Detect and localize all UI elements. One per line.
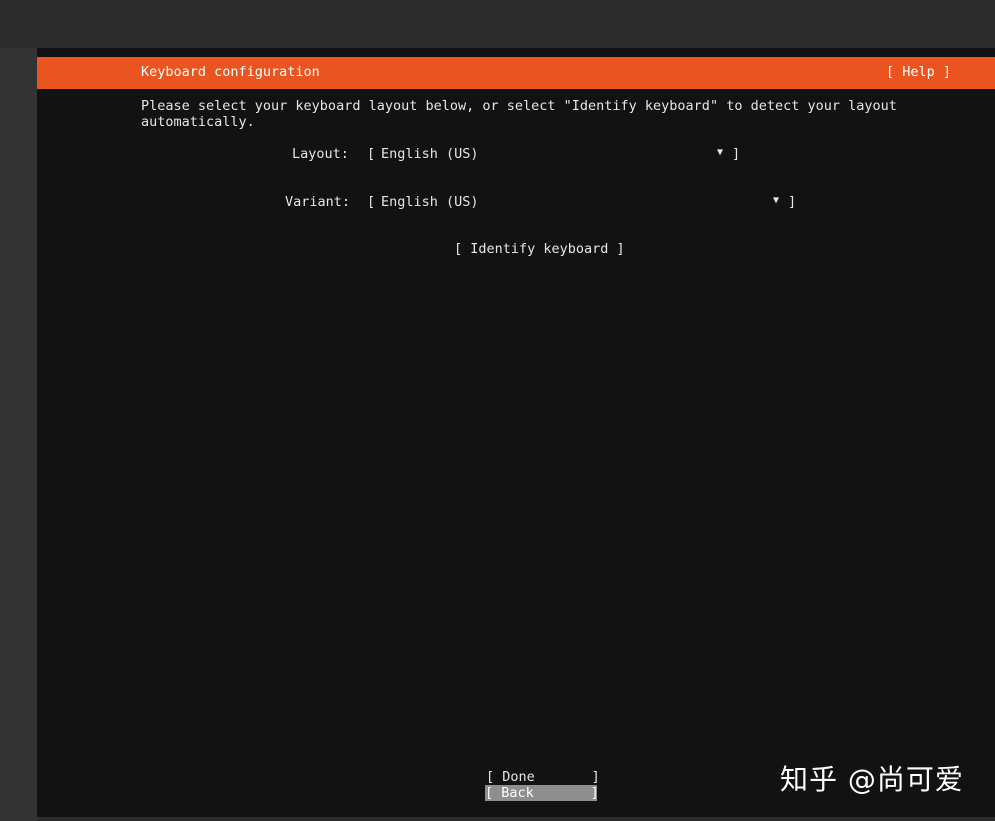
variant-select[interactable]: [ English (US) ▼ ]	[367, 194, 797, 212]
layout-label: Layout:	[292, 146, 349, 162]
chevron-down-icon: ▼	[717, 147, 724, 158]
layout-close-bracket: ]	[732, 146, 741, 162]
done-button[interactable]: [ Done ]	[486, 769, 600, 785]
installer-screen: Keyboard configuration [ Help ] Please s…	[37, 48, 995, 817]
variant-value: English (US)	[381, 194, 479, 210]
variant-close-bracket: ]	[788, 194, 797, 210]
page-title: Keyboard configuration	[141, 64, 320, 80]
variant-open-bracket: [	[367, 194, 376, 210]
instructions-text: Please select your keyboard layout below…	[141, 98, 897, 130]
variant-label: Variant:	[285, 194, 351, 210]
help-button[interactable]: [ Help ]	[886, 64, 951, 80]
back-button[interactable]: [ Back ]	[485, 785, 599, 801]
chevron-down-icon: ▼	[773, 195, 780, 206]
window-left-edge	[0, 48, 37, 821]
identify-keyboard-button[interactable]: [ Identify keyboard ]	[454, 241, 625, 257]
watermark-text: 知乎 @尚可爱	[780, 763, 964, 796]
header-bar: Keyboard configuration [ Help ]	[37, 57, 995, 89]
layout-select[interactable]: [ English (US) ▼ ]	[367, 146, 742, 164]
layout-open-bracket: [	[367, 146, 376, 162]
layout-value: English (US)	[381, 146, 479, 162]
